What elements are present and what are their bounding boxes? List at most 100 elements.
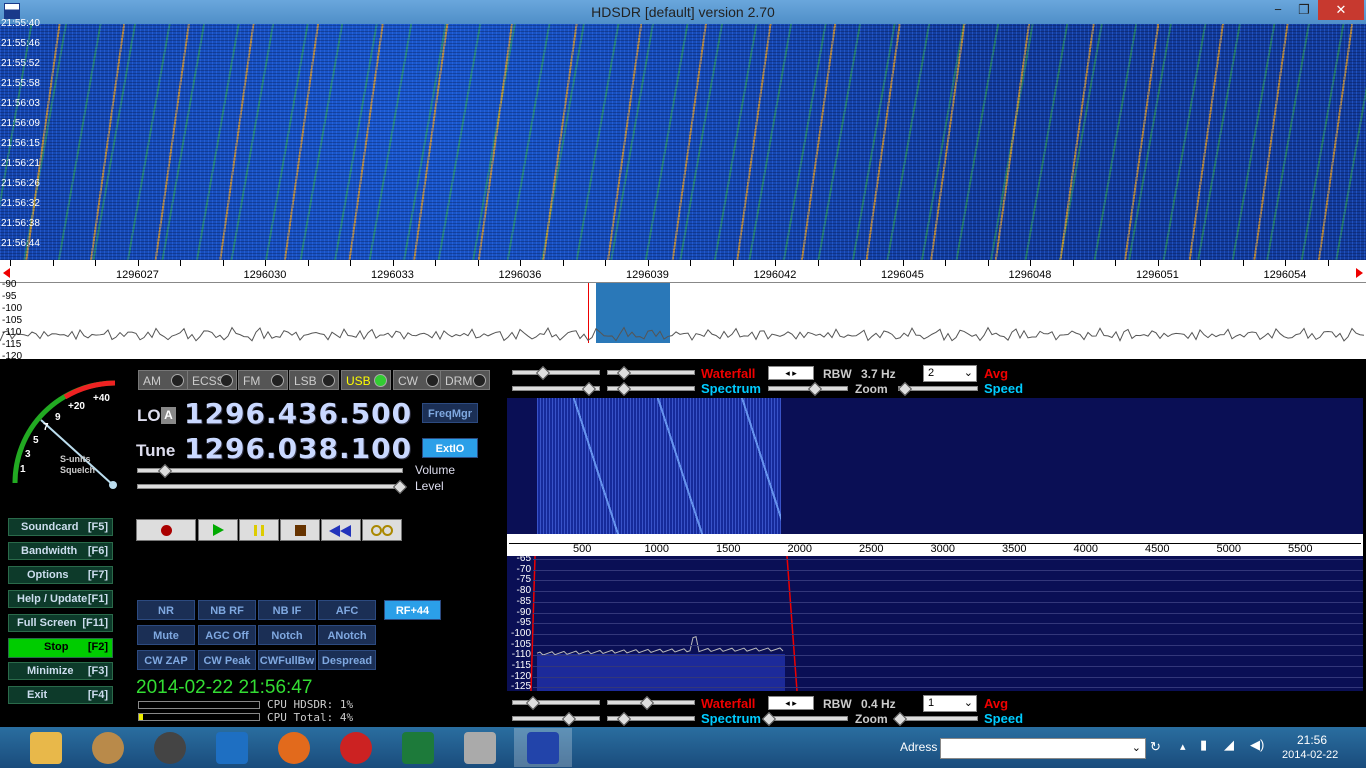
axis-tick [732, 260, 734, 266]
mode-button-lsb[interactable]: LSB [289, 370, 339, 390]
level-slider[interactable] [137, 484, 403, 489]
mode-button-drm[interactable]: DRM [440, 370, 490, 390]
left-button-stop[interactable]: Stop [F2] [8, 638, 113, 658]
control-panel-icon[interactable] [216, 732, 248, 764]
network-icon[interactable]: ▮ [1200, 737, 1207, 753]
taskbar-date[interactable]: 2014-02-22 [1282, 749, 1338, 761]
left-button-soundcard[interactable]: Soundcard [F5] [8, 518, 113, 536]
loop-button[interactable] [362, 519, 402, 541]
left-button-label: Stop [44, 641, 69, 653]
scroll-left-icon[interactable] [3, 268, 10, 278]
rbw-stepper-bottom[interactable]: ◂ ▸ [768, 696, 814, 710]
dsp-button-nb-rf[interactable]: NB RF [198, 600, 256, 620]
left-button-full-screen[interactable]: Full Screen [F11] [8, 614, 113, 632]
mode-button-ecss[interactable]: ECSS [187, 370, 237, 390]
speaker-app-icon[interactable] [154, 732, 186, 764]
tray-chevron-icon[interactable]: ▴ [1180, 740, 1186, 753]
stop-icon [295, 525, 306, 536]
taskbar: Adress ▴ ▮ ◢ ◀) 21:56 2014-02-22 [0, 727, 1366, 768]
dsp-button-cwfullbw[interactable]: CWFullBw [258, 650, 316, 670]
rewind-button[interactable] [321, 519, 361, 541]
mode-button-am[interactable]: AM [138, 370, 188, 390]
left-button-options[interactable]: Options [F7] [8, 566, 113, 584]
adress-input[interactable]: ⌄ [940, 738, 1146, 759]
wf-top-slider-1[interactable] [512, 370, 600, 375]
left-button-bandwidth[interactable]: Bandwidth [F6] [8, 542, 113, 560]
dsp-button-cw-peak[interactable]: CW Peak [198, 650, 256, 670]
dsp-button-nb-if[interactable]: NB IF [258, 600, 316, 620]
rf-db-label: -95 [2, 291, 17, 302]
speed-slider-bottom[interactable] [898, 716, 978, 721]
dsp-button-despread[interactable]: Despread [318, 650, 376, 670]
refresh-icon[interactable]: ↻ [1150, 739, 1161, 755]
power-icon[interactable] [340, 732, 372, 764]
rf-frequency-label: 1296027 [116, 269, 159, 281]
signal-icon[interactable]: ◢ [1224, 737, 1234, 753]
avg-dropdown-top[interactable]: 2 ⌄ [923, 365, 977, 382]
left-button-help-update[interactable]: Help / Update [F1] [8, 590, 113, 608]
lo-badge[interactable]: A [161, 407, 176, 424]
left-button-label: Exit [27, 689, 48, 701]
mode-button-usb[interactable]: USB [341, 370, 391, 390]
play-button[interactable] [198, 519, 238, 541]
audio-waterfall[interactable] [507, 398, 1363, 534]
firefox-icon[interactable] [278, 732, 310, 764]
dsp-button-agc-off[interactable]: AGC Off [198, 625, 256, 645]
rocket-app-icon[interactable] [464, 732, 496, 764]
audio-db-label: -115 [511, 660, 531, 671]
axis-tick [477, 260, 479, 266]
extio-button[interactable]: ExtIO [422, 438, 478, 458]
close-window-button[interactable]: ✕ [1318, 0, 1364, 20]
smeter-label-7: 7 [43, 422, 49, 433]
left-button-minimize[interactable]: Minimize [F3] [8, 662, 113, 680]
axis-tick [222, 260, 224, 266]
excel-icon[interactable] [402, 732, 434, 764]
rewind-icon [329, 525, 340, 537]
dsp-button-nr[interactable]: NR [137, 600, 195, 620]
rf-frequency-label: 1296048 [1008, 269, 1052, 281]
rf-spectrum[interactable]: -90 -95 -100 -105 -110 -115 -120 [0, 279, 1366, 362]
mode-label: DRM [445, 374, 473, 388]
zoom-slider-bottom[interactable] [768, 716, 848, 721]
waterfall-texture [0, 24, 1366, 260]
file-explorer-icon[interactable] [30, 732, 62, 764]
audio-spectrum[interactable]: -65 -70 -75 -80 -85 -90 -95 -100 -105 -110 -115 -12… [507, 553, 1363, 692]
mode-button-cw[interactable]: CW [393, 370, 443, 390]
rf-waterfall[interactable]: 21:55:40 21:55:46 21:55:52 21:55:58 21:56:03… [0, 18, 1366, 260]
waterfall-time-label: 21:56:15 [1, 138, 40, 149]
dsp-button-cw-zap[interactable]: CW ZAP [137, 650, 195, 670]
smeter-label-1: 1 [20, 464, 26, 475]
volume-slider[interactable] [137, 468, 403, 473]
scroll-right-icon[interactable] [1356, 268, 1363, 278]
taskbar-time[interactable]: 21:56 [1297, 733, 1327, 747]
rf-frequency-axis[interactable]: 1296027 1296030 1296033 1296036 1296039 12960… [0, 260, 1366, 283]
dsp-button-mute[interactable]: Mute [137, 625, 195, 645]
spectrum-label-bottom: Spectrum [701, 711, 761, 726]
dsp-button-notch[interactable]: Notch [258, 625, 316, 645]
avg-dropdown-bottom[interactable]: 1 ⌄ [923, 695, 977, 712]
record-button[interactable] [136, 519, 196, 541]
pause-button[interactable] [239, 519, 279, 541]
stop-playback-button[interactable] [280, 519, 320, 541]
left-button-key: [F3] [87, 665, 108, 677]
tune-frequency[interactable]: 1296.038.100 [184, 432, 412, 465]
dsp-button-afc[interactable]: AFC [318, 600, 376, 620]
dsp-button-rf-44[interactable]: RF+44 [384, 600, 441, 620]
audio-frequency-axis[interactable]: 500 1000 1500 2000 2500 3000 3500 4000 4500 5000 5… [507, 534, 1363, 556]
freqmgr-button[interactable]: FreqMgr [422, 403, 478, 423]
lo-frequency[interactable]: 1296.436.500 [184, 397, 412, 430]
app-gear-icon[interactable] [92, 732, 124, 764]
rf-frequency-label: 1296039 [626, 269, 669, 281]
rf-spectrum-trace [0, 326, 1365, 342]
rbw-stepper-top[interactable]: ◂ ▸ [768, 366, 814, 380]
volume-icon[interactable]: ◀) [1250, 737, 1264, 753]
left-button-exit[interactable]: Exit [F4] [8, 686, 113, 704]
audio-frequency-label: 3500 [1002, 543, 1027, 555]
minimize-window-button[interactable]: − [1264, 0, 1292, 20]
spec-bottom-slider-1[interactable] [512, 716, 600, 721]
hdsdr-taskbar-button[interactable] [514, 728, 572, 767]
audio-frequency-label: 1000 [644, 543, 669, 555]
mode-button-fm[interactable]: FM [238, 370, 288, 390]
restore-window-button[interactable]: ❐ [1290, 0, 1318, 20]
dsp-button-anotch[interactable]: ANotch [318, 625, 376, 645]
